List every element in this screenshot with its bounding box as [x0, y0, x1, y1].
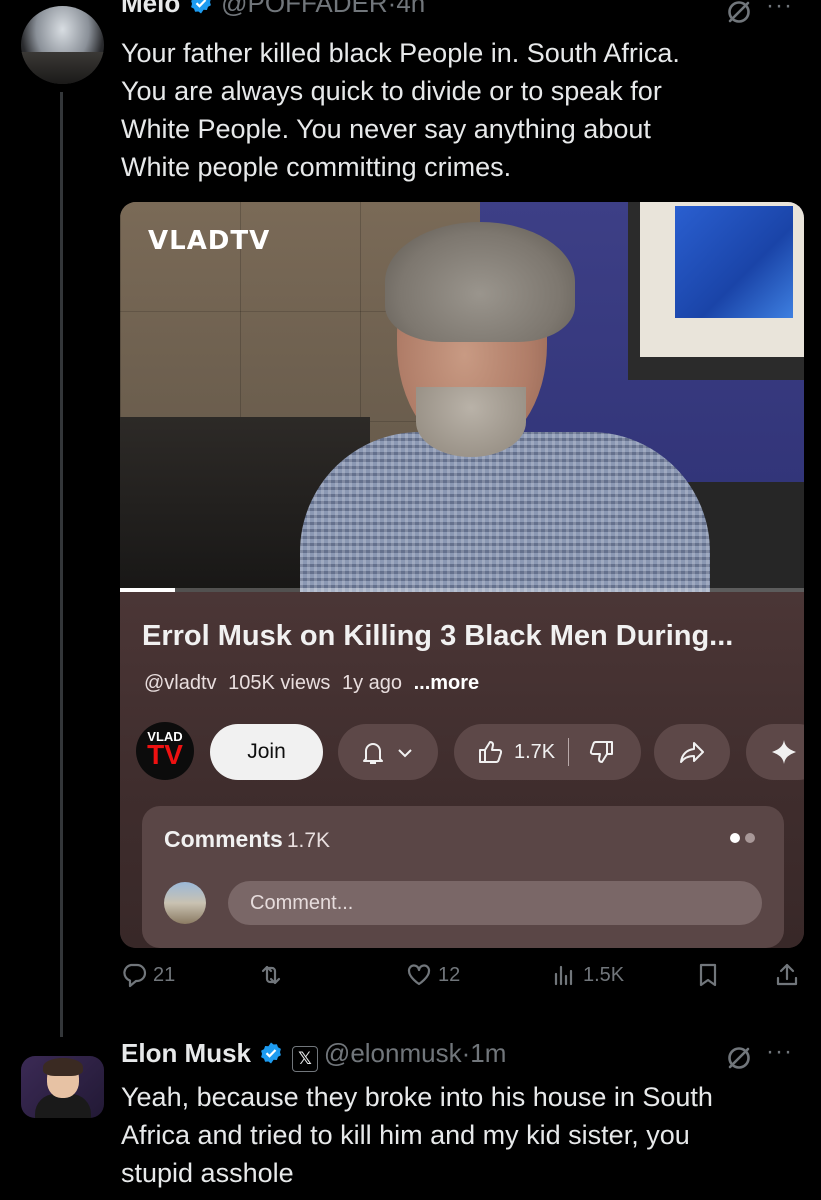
wall-painting [675, 206, 793, 318]
tweet-time[interactable]: 1m [470, 1038, 506, 1068]
tweet-media-image[interactable]: VLADTV Errol Musk on Killing 3 Black Men… [120, 202, 804, 948]
divider [568, 738, 569, 766]
reply-icon [123, 963, 147, 988]
like-dislike-button[interactable]: 1.7K [454, 724, 641, 780]
sparkle-icon [772, 740, 796, 764]
grok-icon[interactable] [725, 1044, 753, 1072]
channel-handle[interactable]: @vladtv [144, 672, 217, 694]
reply-count: 21 [153, 963, 176, 986]
more-icon[interactable]: ··· [766, 0, 793, 20]
separator-dot: · [461, 1038, 471, 1068]
retweet-icon [261, 965, 281, 985]
tweet-text-line: Yeah, because they broke into his house … [121, 1082, 713, 1112]
comment-input[interactable]: Comment... [228, 881, 762, 925]
share-tweet-button[interactable] [774, 962, 800, 988]
notifications-button[interactable] [338, 724, 438, 780]
view-count: 1.5K [583, 963, 625, 986]
comments-count: 1.7K [286, 829, 331, 852]
avatar-melo[interactable] [21, 6, 104, 84]
views-button[interactable]: 1.5K [551, 962, 624, 988]
thumbs-up-icon [479, 741, 503, 763]
share-button[interactable] [654, 724, 730, 780]
tweet-text-line: stupid asshole [121, 1158, 294, 1188]
like-count: 12 [438, 963, 461, 986]
video-watermark: VLADTV [148, 226, 271, 256]
channel-avatar[interactable]: VLAD TV [136, 722, 194, 780]
tweet1-text: Your father killed black People in. Sout… [121, 34, 801, 186]
tweet1-header: Melo @POFFADER·4h [121, 0, 425, 19]
author-name[interactable]: Elon Musk [121, 1038, 251, 1068]
comments-header: Comments 1.7K [164, 826, 330, 853]
like-count: 1.7K [514, 741, 556, 763]
views-icon [554, 965, 573, 986]
ask-button[interactable] [746, 724, 804, 780]
like-icon [407, 964, 431, 986]
more-link[interactable]: ...more [414, 672, 480, 694]
tweet-time[interactable]: 4h [396, 0, 425, 18]
tweet2-text: Yeah, because they broke into his house … [121, 1078, 801, 1192]
bell-icon [363, 743, 383, 764]
reply-button[interactable]: 21 [121, 962, 175, 988]
tweet-text-line: Your father killed black People in. Sout… [121, 38, 680, 68]
retweet-button[interactable] [258, 962, 290, 988]
like-button[interactable]: 12 [406, 962, 460, 988]
grok-icon[interactable] [725, 0, 753, 26]
thumbs-down-icon [589, 741, 613, 763]
video-meta: @vladtv 105K views 1y ago ...more [144, 672, 485, 695]
tweet-text-line: You are always quick to divide or to spe… [121, 76, 662, 106]
tweet-text-line: White People. You never say anything abo… [121, 114, 651, 144]
upload-icon [776, 963, 798, 986]
interviewee [300, 432, 710, 592]
thread-line [60, 92, 63, 1037]
chevron-down-icon [398, 749, 412, 758]
video-frame: VLADTV [120, 202, 804, 592]
bookmark-icon [699, 963, 717, 987]
tweet-text-line: Africa and tried to kill him and my kid … [121, 1120, 690, 1150]
author-handle[interactable]: @elonmusk [324, 1038, 462, 1068]
more-icon[interactable]: ··· [766, 1038, 793, 1066]
share-icon [680, 742, 704, 763]
verified-icon [261, 1042, 282, 1064]
tweet2-header: Elon Musk 𝕏 @elonmusk·1m [121, 1038, 506, 1072]
bookmark-button[interactable] [695, 962, 721, 988]
x-affiliation-icon[interactable]: 𝕏 [291, 1046, 318, 1072]
author-name[interactable]: Melo [121, 0, 180, 18]
author-handle[interactable]: @POFFADER [221, 0, 388, 18]
video-title[interactable]: Errol Musk on Killing 3 Black Men During… [142, 620, 733, 653]
avatar-elon[interactable] [21, 1056, 104, 1118]
carousel-dots [730, 830, 760, 848]
commenter-avatar [164, 882, 206, 924]
verified-icon [190, 0, 211, 14]
join-button[interactable]: Join [210, 724, 323, 780]
tweet-text-line: White people committing crimes. [121, 152, 512, 182]
view-count: 105K views [228, 672, 331, 694]
comments-label: Comments [164, 826, 283, 852]
upload-age: 1y ago [341, 672, 403, 694]
